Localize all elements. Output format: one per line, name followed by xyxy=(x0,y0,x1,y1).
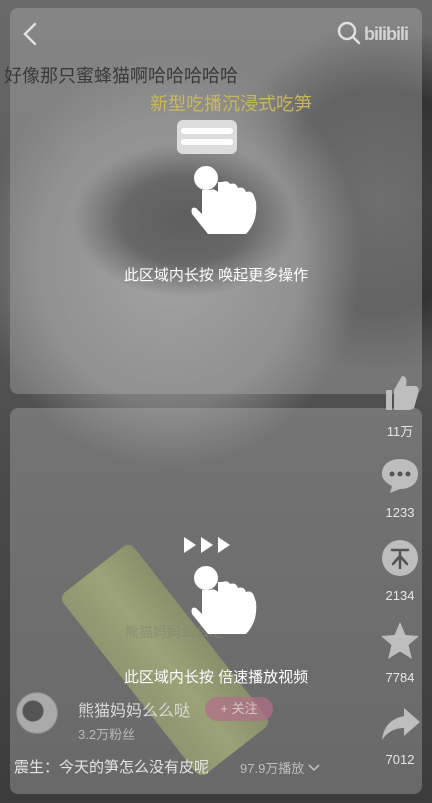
follow-button[interactable]: + 关注 xyxy=(205,697,273,721)
comment-icon[interactable] xyxy=(378,455,422,495)
share-count: 7012 xyxy=(385,752,415,767)
long-press-hand-icon xyxy=(191,166,257,234)
play-count[interactable]: 97.9万播放 xyxy=(240,758,320,777)
coin-icon[interactable] xyxy=(378,538,422,578)
chevron-down-icon xyxy=(308,764,320,772)
thumb-up-icon[interactable] xyxy=(378,372,422,412)
back-icon[interactable] xyxy=(18,20,42,48)
comment-count: 1233 xyxy=(385,505,415,520)
fast-forward-icon xyxy=(184,537,230,553)
like-count: 11万 xyxy=(386,424,414,439)
share-icon[interactable] xyxy=(378,704,422,744)
danmaku-comment: 新型吃播沉浸式吃笋 xyxy=(150,94,312,114)
coin-count: 2134 xyxy=(385,588,415,603)
search-icon[interactable] xyxy=(336,20,362,46)
star-icon[interactable] xyxy=(378,620,422,662)
long-press-hint-bottom: 此区域内长按 倍速播放视频 xyxy=(123,669,309,686)
play-count-text: 97.9万播放 xyxy=(240,761,305,776)
author-name[interactable]: 熊猫妈妈么么哒 xyxy=(78,697,190,721)
menu-icon xyxy=(177,120,237,154)
avatar[interactable] xyxy=(16,692,58,734)
long-press-hand-icon xyxy=(191,566,257,634)
video-title[interactable]: 震生：今天的笋怎么没有皮呢 xyxy=(14,756,209,777)
fans-count: 3.2万粉丝 xyxy=(78,727,136,742)
bilibili-logo: bilibili xyxy=(364,24,409,44)
danmaku-comment: 好像那只蜜蜂猫啊哈哈哈哈哈 xyxy=(4,66,238,86)
favorite-count: 7784 xyxy=(385,670,415,685)
long-press-hint-top: 此区域内长按 唤起更多操作 xyxy=(123,267,309,284)
